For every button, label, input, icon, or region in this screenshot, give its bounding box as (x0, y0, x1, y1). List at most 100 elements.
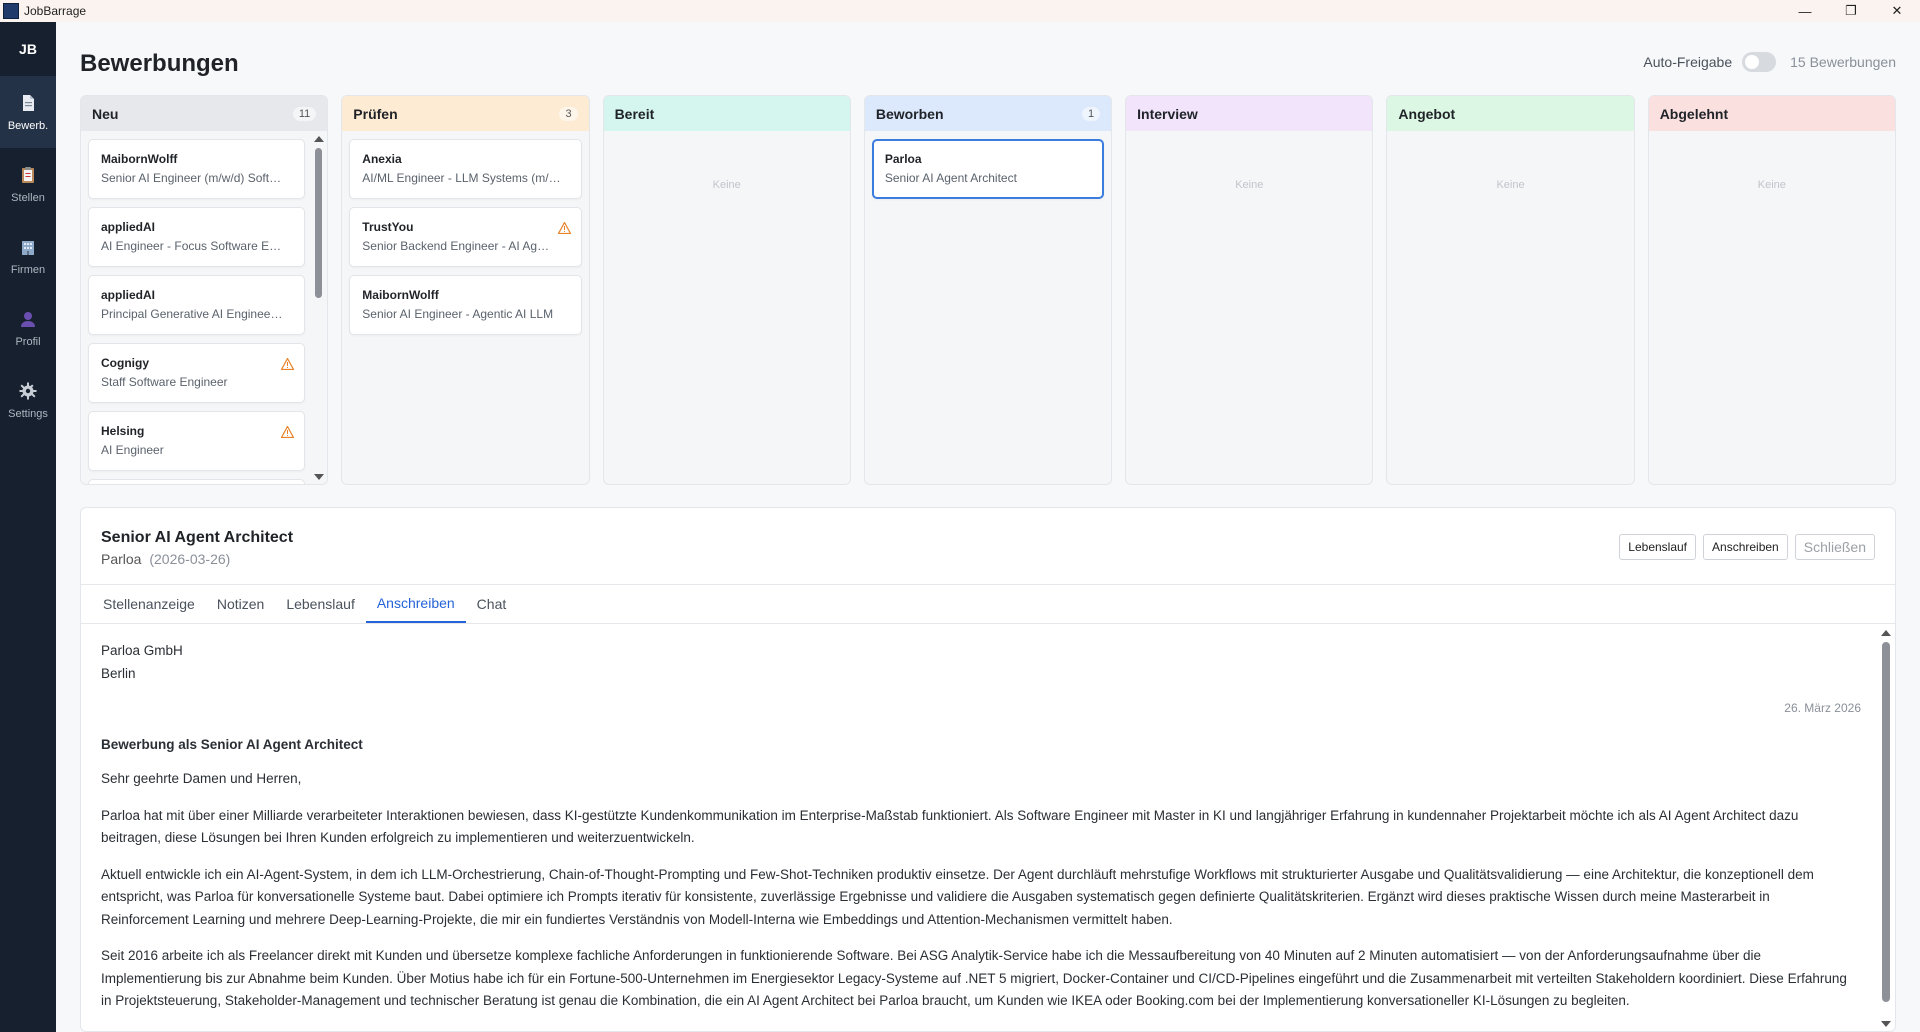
column-count: 11 (292, 106, 317, 121)
main-area: Bewerbungen Auto-Freigabe 15 Bewerbungen… (56, 22, 1920, 1032)
column-title: Prüfen (353, 105, 398, 122)
application-card[interactable]: MaibornWolff Senior AI Engineer - Agenti… (349, 275, 582, 335)
card-role: Senior AI Agent Architect (884, 171, 1017, 185)
application-card[interactable]: appliedAI Principal Generative AI Engine… (88, 275, 306, 335)
tab-notizen[interactable]: Notizen (206, 585, 275, 623)
column-header: Bereit (603, 96, 850, 131)
column-header: Neu 11 (81, 96, 328, 131)
empty-placeholder: Keine (1757, 179, 1786, 191)
gear-icon (17, 380, 39, 402)
scroll-down-arrow[interactable] (1881, 1021, 1891, 1027)
column-pruefen: Prüfen 3 Anexia AI/ML Engineer - LLM Sys… (341, 95, 590, 485)
scroll-up-arrow[interactable] (1881, 630, 1891, 636)
column-abgelehnt: Abgelehnt Keine (1647, 95, 1896, 485)
letter-date: 26. März 2026 (1784, 701, 1861, 715)
detail-company: Parloa (101, 551, 142, 567)
cv-button[interactable]: Lebenslauf (1619, 534, 1697, 560)
detail-panel: Senior AI Agent Architect Parloa (2026-0… (80, 507, 1896, 1032)
card-role: AI Engineer - Focus Software Engineering (101, 239, 292, 253)
column-header: Prüfen 3 (342, 96, 589, 131)
empty-placeholder: Keine (1496, 179, 1525, 191)
maximize-button[interactable]: ❐ (1828, 0, 1874, 22)
card-company: Parloa (884, 152, 922, 166)
application-card[interactable] (88, 479, 306, 484)
warning-icon (281, 358, 295, 370)
scroll-thumb[interactable] (1882, 642, 1890, 1002)
card-company: appliedAI (101, 220, 156, 234)
letter-paragraph: Aktuell entwickle ich ein AI-Agent-Syste… (101, 866, 1814, 927)
sidebar-item-label: Firmen (10, 264, 46, 276)
card-company: Cognigy (101, 356, 149, 370)
detail-tabs: Stellenanzeige Notizen Lebenslauf Anschr… (81, 584, 1895, 624)
document-icon (17, 92, 39, 114)
close-detail-button[interactable]: Schließen (1794, 534, 1875, 560)
clipboard-icon (17, 164, 39, 186)
sidebar-item-stellen[interactable]: Stellen (0, 148, 56, 220)
tab-anschreiben[interactable]: Anschreiben (365, 585, 466, 623)
application-card[interactable]: Cognigy Staff Software Engineer (88, 343, 306, 403)
building-icon (17, 236, 39, 258)
application-card[interactable]: MaibornWolff Senior AI Engineer (m/w/d) … (88, 139, 306, 199)
card-role: Senior Backend Engineer - AI Agents (362, 239, 560, 253)
sidebar-item-profil[interactable]: Profil (0, 292, 56, 364)
app-icon (3, 3, 19, 19)
column-count: 3 (559, 106, 578, 121)
close-window-button[interactable]: ✕ (1874, 0, 1920, 22)
scroll-up-arrow[interactable] (314, 136, 325, 142)
card-role: Principal Generative AI Engineer - Agent… (101, 307, 293, 321)
letter-address-city: Berlin (101, 665, 136, 681)
card-company: MaibornWolff (101, 152, 178, 166)
letter-scrollbar[interactable] (1881, 630, 1891, 1027)
user-icon (17, 308, 39, 330)
column-beworben: Beworben 1 Parloa Senior AI Agent Archit… (863, 95, 1113, 485)
column-angebot: Angebot Keine (1386, 95, 1635, 485)
card-company: TrustYou (362, 220, 414, 234)
column-neu: Neu 11 MaibornWolff Senior AI Engineer (… (80, 95, 329, 485)
column-title: Abgelehnt (1659, 105, 1729, 122)
sidebar-item-label: Settings (8, 408, 48, 420)
column-title: Neu (92, 105, 119, 122)
sidebar-item-firmen[interactable]: Firmen (0, 220, 56, 292)
card-company: appliedAI (101, 288, 156, 302)
detail-date: (2026-03-26) (149, 551, 231, 567)
cover-letter-button[interactable]: Anschreiben (1703, 534, 1788, 560)
page-title: Bewerbungen (80, 50, 239, 77)
auto-release-toggle[interactable] (1742, 52, 1777, 72)
column-header: Abgelehnt (1648, 96, 1895, 131)
application-card[interactable]: Parloa Senior AI Agent Architect (871, 139, 1105, 199)
card-role: Staff Software Engineer (101, 375, 228, 389)
column-title: Beworben (875, 105, 944, 122)
column-scrollbar[interactable] (314, 136, 325, 480)
tab-stellenanzeige[interactable]: Stellenanzeige (92, 585, 206, 623)
warning-icon (281, 426, 295, 438)
application-card[interactable]: Anexia AI/ML Engineer - LLM Systems (m/w… (349, 139, 582, 199)
column-bereit: Bereit Keine (602, 95, 851, 485)
tab-lebenslauf[interactable]: Lebenslauf (275, 585, 366, 623)
column-title: Interview (1137, 105, 1198, 122)
sidebar-item-settings[interactable]: Settings (0, 364, 56, 436)
column-interview: Interview Keine (1125, 95, 1374, 485)
card-company: Helsing (101, 424, 145, 438)
minimize-button[interactable]: — (1782, 0, 1828, 22)
empty-placeholder: Keine (712, 179, 741, 191)
title-bar: JobBarrage — ❐ ✕ (0, 0, 1920, 22)
scroll-down-arrow[interactable] (314, 474, 325, 480)
sidebar-item-label: Profil (15, 336, 41, 348)
column-header: Interview (1126, 96, 1373, 131)
letter-address-company: Parloa GmbH (101, 643, 183, 658)
application-card[interactable]: appliedAI AI Engineer - Focus Software E… (88, 207, 306, 267)
tab-chat[interactable]: Chat (466, 585, 518, 623)
card-role: AI/ML Engineer - LLM Systems (m/w/d) (362, 171, 569, 185)
column-header: Beworben 1 (864, 96, 1112, 131)
application-card[interactable]: Helsing AI Engineer (88, 411, 306, 471)
window-title: JobBarrage (24, 4, 87, 18)
card-role: Senior AI Engineer (m/w/d) Software Engi… (101, 171, 293, 185)
scroll-thumb[interactable] (315, 148, 323, 298)
application-card[interactable]: TrustYou Senior Backend Engineer - AI Ag… (349, 207, 582, 267)
sidebar-item-bewerbungen[interactable]: Bewerb. (0, 76, 56, 148)
auto-release-label: Auto-Freigabe (1643, 54, 1733, 70)
column-title: Bereit (614, 105, 655, 122)
card-company: MaibornWolff (362, 288, 439, 302)
sidebar-item-label: Bewerb. (7, 120, 49, 132)
letter-paragraph: Parloa hat mit über einer Milliarde vera… (101, 807, 1799, 846)
